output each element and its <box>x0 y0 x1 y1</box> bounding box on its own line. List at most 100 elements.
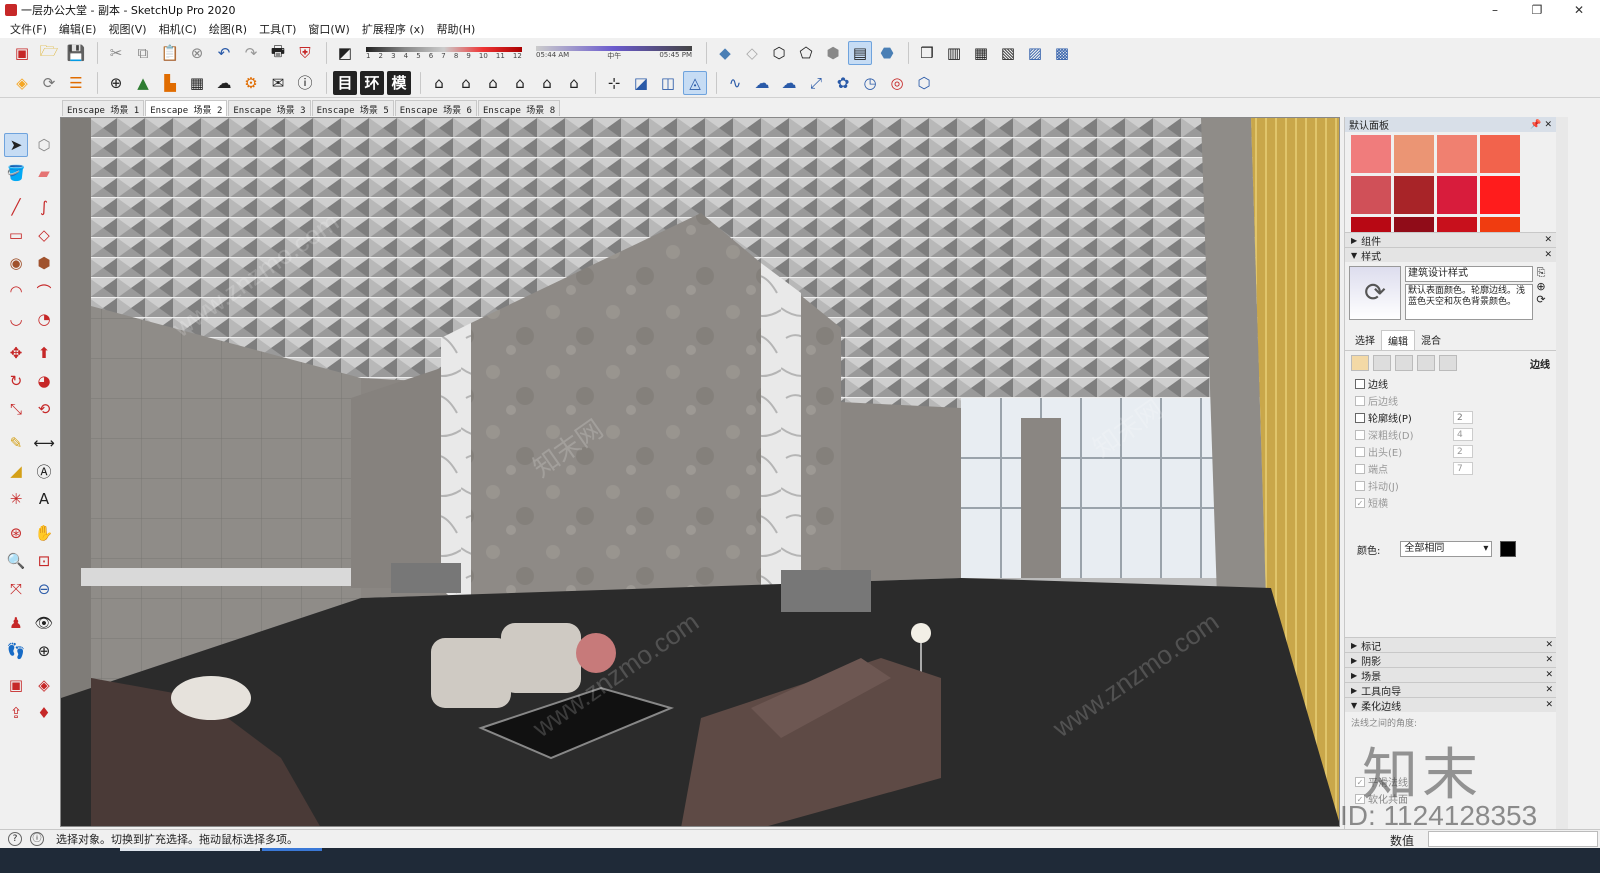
warehouse-tool-icon[interactable]: ▣ <box>4 673 28 697</box>
new-model-icon[interactable]: ▣ <box>10 41 34 65</box>
close-icon[interactable]: ✕ <box>1545 700 1553 710</box>
edge-setting-value[interactable]: 7 <box>1453 462 1473 475</box>
text-tool-icon[interactable]: Ⓐ <box>32 459 56 483</box>
edge-setting-row[interactable]: 端点 7 <box>1345 460 1556 477</box>
section-fill-icon[interactable]: ◫ <box>656 71 680 95</box>
scene-tab-6[interactable]: Enscape 场景 6 <box>394 100 477 116</box>
color-swatch[interactable] <box>1394 135 1434 173</box>
freehand-tool-icon[interactable]: ∫ <box>32 195 56 219</box>
house-outline-icon[interactable]: ⌂ <box>535 71 559 95</box>
close-icon[interactable]: ✕ <box>1545 655 1553 665</box>
edge-setting-row[interactable]: 后边线 <box>1345 392 1556 409</box>
rectangle-tool-icon[interactable]: ▭ <box>4 223 28 247</box>
shadow-toggle-icon[interactable]: ◩ <box>333 41 357 65</box>
model-info-icon[interactable]: ⛨ <box>293 41 317 65</box>
enscape-start-icon[interactable]: ◈ <box>10 71 34 95</box>
tape-measure-icon[interactable]: ✎ <box>4 431 28 455</box>
share-model-icon[interactable]: ⇪ <box>4 701 28 725</box>
scene-tab-1[interactable]: Enscape 场景 1 <box>62 100 145 116</box>
pan-tool-icon[interactable]: ✋ <box>32 521 56 545</box>
menu-tools[interactable]: 工具(T) <box>253 21 302 37</box>
polygon-tool-icon[interactable]: ⬢ <box>32 251 56 275</box>
edge-setting-row[interactable]: 轮廓线(P) 2 <box>1345 409 1556 426</box>
paste-icon[interactable]: 📋 <box>158 41 182 65</box>
move-tool-icon[interactable]: ✥ <box>4 341 28 365</box>
panel-shadows[interactable]: ▶ 阴影 ✕ <box>1345 652 1557 668</box>
position-camera-icon[interactable]: ♟ <box>4 611 28 635</box>
color-swatch[interactable] <box>1437 217 1477 232</box>
menu-draw[interactable]: 绘图(R) <box>203 21 253 37</box>
text-button-mo[interactable]: 模 <box>387 70 411 95</box>
smooth-normals-checkbox[interactable]: ✓ <box>1355 776 1365 787</box>
print-icon[interactable]: 🖶 <box>266 41 290 65</box>
panel-soften-edges[interactable]: ▼ 柔化边线 ✕ <box>1345 697 1557 713</box>
info-icon[interactable]: ⓘ <box>293 71 317 95</box>
minimize-button[interactable]: – <box>1474 0 1516 20</box>
component-house-icon[interactable]: ⌂ <box>454 71 478 95</box>
garage-icon[interactable]: ⌂ <box>562 71 586 95</box>
shaded-textures-icon[interactable]: ▤ <box>848 41 872 65</box>
menu-window[interactable]: 窗口(W) <box>302 21 355 37</box>
tab-mix[interactable]: 混合 <box>1415 330 1447 350</box>
soften-coplanar-checkbox[interactable]: ✓ <box>1355 793 1365 804</box>
open-folder-icon[interactable]: 🗁 <box>37 41 61 65</box>
two-point-arc-icon[interactable]: ⌒ <box>32 279 56 303</box>
mail-icon[interactable]: ✉ <box>266 71 290 95</box>
menu-extensions[interactable]: 扩展程序 (x) <box>356 21 431 37</box>
edge-setting-row[interactable]: 出头(E) 2 <box>1345 443 1556 460</box>
xray-style-icon[interactable]: ◆ <box>713 41 737 65</box>
scene-tab-2[interactable]: Enscape 场景 2 <box>145 100 228 116</box>
modeling-settings-icon[interactable] <box>1439 355 1457 371</box>
edge-settings-icon[interactable] <box>1351 355 1369 371</box>
shadow-time-slider[interactable]: 05:44 AM 中午 05:45 PM <box>536 45 692 61</box>
arc-tool-icon[interactable]: ◠ <box>4 279 28 303</box>
color-swatch[interactable] <box>1480 176 1520 214</box>
cloud-check-icon[interactable]: ☁ <box>750 71 774 95</box>
edge-setting-row[interactable]: ✓ 短横 <box>1345 494 1556 511</box>
edge-setting-checkbox[interactable] <box>1355 463 1365 474</box>
watermark-settings-icon[interactable] <box>1417 355 1435 371</box>
close-button[interactable]: ✕ <box>1558 0 1600 20</box>
color-swatch[interactable] <box>1480 217 1520 232</box>
cloud-upload-icon[interactable]: ☁ <box>212 71 236 95</box>
style-thumbnail[interactable]: ⟳ <box>1349 266 1401 320</box>
color-swatch[interactable] <box>1437 176 1477 214</box>
back-view-icon[interactable]: ▨ <box>1023 41 1047 65</box>
scene-tab-3[interactable]: Enscape 场景 3 <box>228 100 311 116</box>
tray-pin-icon[interactable]: 📌 ✕ <box>1530 120 1556 130</box>
menu-help[interactable]: 帮助(H) <box>430 21 481 37</box>
edge-setting-checkbox[interactable] <box>1355 412 1365 423</box>
model-viewport[interactable]: www.znzmo.com www.znzmo.com www.znzmo.co… <box>60 117 1340 827</box>
style-description-field[interactable]: 默认表面颜色。轮廓边线。浅蓝色天空和灰色背景颜色。 <box>1405 284 1533 320</box>
offset-tool-icon[interactable]: ⟲ <box>32 397 56 421</box>
tray-scrollbar[interactable] <box>1556 117 1568 831</box>
color-swatch[interactable] <box>1394 176 1434 214</box>
edge-setting-value[interactable]: 4 <box>1453 428 1473 441</box>
rotated-rectangle-icon[interactable]: ◇ <box>32 223 56 247</box>
section-plane-icon[interactable]: ⊹ <box>602 71 626 95</box>
panel-styles[interactable]: ▼ 样式 ✕ <box>1345 247 1556 263</box>
pie-tool-icon[interactable]: ◔ <box>32 307 56 331</box>
close-icon[interactable]: ✕ <box>1545 640 1553 650</box>
axes-tool-icon[interactable]: ✳ <box>4 487 28 511</box>
scale-icon[interactable]: ⤢ <box>804 71 828 95</box>
push-pull-icon[interactable]: ⬆ <box>32 341 56 365</box>
background-settings-icon[interactable] <box>1395 355 1413 371</box>
geo-location-icon[interactable]: ? <box>8 832 22 846</box>
walk-tool-icon[interactable]: 👣 <box>4 639 28 663</box>
smooth-normals-row[interactable]: ✓ 平滑法线 <box>1351 773 1551 790</box>
menu-edit[interactable]: 编辑(E) <box>53 21 103 37</box>
zoom-tool-icon[interactable]: 🔍 <box>4 549 28 573</box>
color-swatch[interactable] <box>1351 217 1391 232</box>
measurements-input[interactable] <box>1428 831 1598 847</box>
shaded-icon[interactable]: ⬢ <box>821 41 845 65</box>
color-swatch[interactable] <box>1480 135 1520 173</box>
create-style-icon[interactable]: ⎘ <box>1537 266 1546 280</box>
style-name-field[interactable]: 建筑设计样式 <box>1405 266 1533 282</box>
scale-tool-icon[interactable]: ⤡ <box>4 397 28 421</box>
circle-tool-icon[interactable]: ◉ <box>4 251 28 275</box>
curve-tool-icon[interactable]: ∿ <box>723 71 747 95</box>
taskbar-app-2[interactable] <box>262 848 322 851</box>
right-view-icon[interactable]: ▧ <box>996 41 1020 65</box>
panel-scenes[interactable]: ▶ 场景 ✕ <box>1345 667 1557 683</box>
